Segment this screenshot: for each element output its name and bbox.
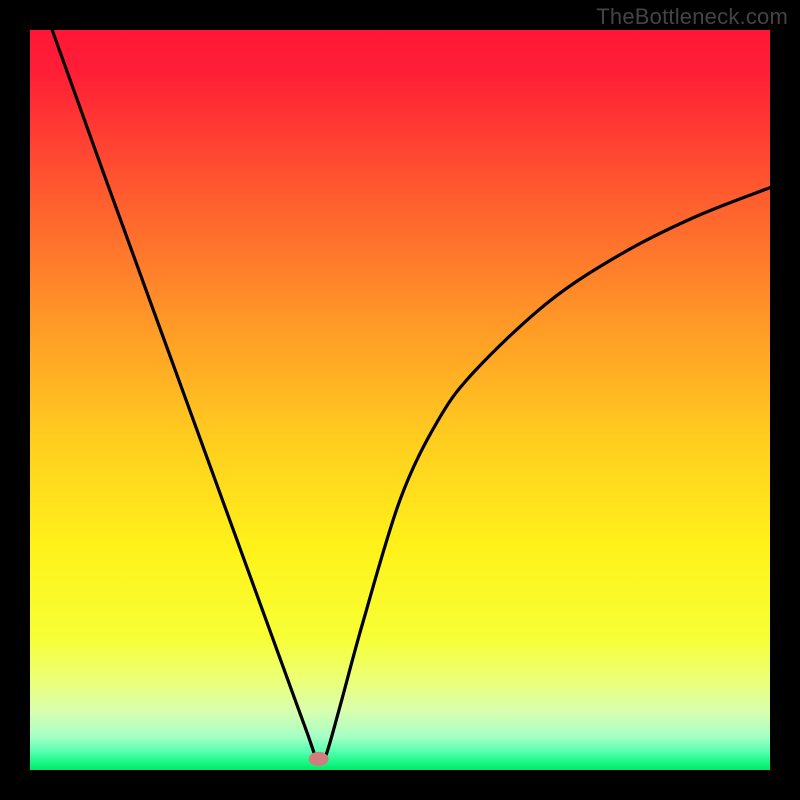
plot-background <box>30 30 770 770</box>
bottleneck-chart <box>0 0 800 800</box>
optimum-marker <box>309 752 329 766</box>
chart-frame: TheBottleneck.com <box>0 0 800 800</box>
